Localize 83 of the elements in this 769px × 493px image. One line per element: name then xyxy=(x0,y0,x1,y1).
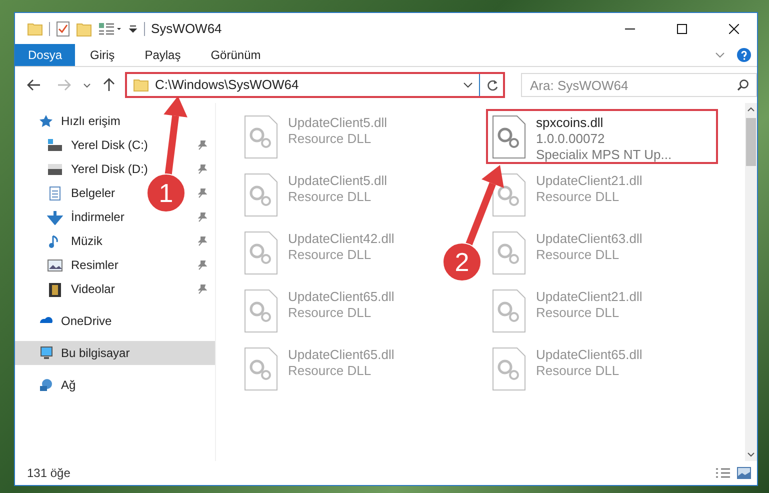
dll-file-icon xyxy=(244,173,278,217)
large-icons-view-icon[interactable] xyxy=(737,467,751,479)
file-name: spxcoins.dll xyxy=(536,115,604,131)
address-path: C:\Windows\SysWOW64 xyxy=(155,76,300,94)
help-icon[interactable] xyxy=(737,48,751,62)
file-detail: Resource DLL xyxy=(536,363,620,379)
nav-item[interactable]: Yerel Disk (D:) xyxy=(47,160,148,178)
callout-badge: 2 xyxy=(442,242,482,282)
file-name: UpdateClient65.dll xyxy=(536,347,642,363)
file-name: UpdateClient21.dll xyxy=(536,173,642,189)
file-name: UpdateClient5.dll xyxy=(288,173,388,189)
file-detail: Resource DLL xyxy=(288,363,372,379)
ribbon-tab[interactable]: Dosya xyxy=(15,44,76,66)
network-icon xyxy=(39,378,55,392)
dll-file-icon xyxy=(244,347,278,391)
file-name: UpdateClient42.dll xyxy=(288,231,394,247)
file-name: UpdateClient65.dll xyxy=(288,347,394,363)
scrollbar[interactable] xyxy=(745,103,757,461)
file-name: UpdateClient63.dll xyxy=(536,231,642,247)
picture-icon xyxy=(47,258,63,272)
address-bar[interactable]: C:\Windows\SysWOW64 xyxy=(125,72,505,98)
nav-item[interactable]: OneDrive xyxy=(15,309,215,333)
file-detail: Resource DLL xyxy=(536,305,620,321)
expand-ribbon-icon[interactable] xyxy=(715,52,725,58)
nav-item[interactable]: Resimler xyxy=(47,256,118,274)
dll-file-icon xyxy=(492,115,526,159)
file-name: UpdateClient21.dll xyxy=(536,289,642,305)
file-name: UpdateClient5.dll xyxy=(288,115,388,131)
ribbon-tab[interactable]: Görünüm xyxy=(196,44,276,66)
callout-badge: 1 xyxy=(146,174,186,212)
properties-icon[interactable] xyxy=(56,20,70,36)
refresh-icon[interactable] xyxy=(486,78,499,92)
file-detail: Resource DLL xyxy=(288,305,372,321)
film-icon xyxy=(47,282,63,296)
nav-item[interactable]: Bu bilgisayar xyxy=(15,341,215,365)
view-options-icon[interactable] xyxy=(98,22,122,36)
ribbon-tab[interactable]: Paylaş xyxy=(130,44,196,66)
nav-item[interactable]: Hızlı erişim xyxy=(15,109,215,133)
drive-icon xyxy=(47,138,63,152)
scroll-down-icon[interactable] xyxy=(747,452,755,457)
file-detail: Resource DLL xyxy=(536,247,620,263)
nav-item[interactable]: Müzik xyxy=(47,232,102,250)
document-icon xyxy=(47,186,63,200)
dll-file-icon xyxy=(492,231,526,275)
file-detail: 1.0.0.00072 xyxy=(536,131,606,147)
file-detail: Resource DLL xyxy=(288,189,372,205)
star-icon xyxy=(39,114,55,128)
scroll-up-icon[interactable] xyxy=(747,107,755,112)
file-item[interactable]: spxcoins.dll 1.0.0.00072 Specialix MPS NT Up... xyxy=(486,109,718,164)
dropdown-icon[interactable] xyxy=(128,24,138,34)
dll-file-icon xyxy=(492,289,526,333)
dll-file-icon xyxy=(244,115,278,159)
dll-file-icon xyxy=(492,173,526,217)
folder-icon xyxy=(133,78,149,92)
drive-icon xyxy=(47,162,63,176)
details-view-icon[interactable] xyxy=(715,466,731,480)
scrollbar-thumb[interactable] xyxy=(746,118,756,166)
maximize-icon xyxy=(677,24,687,34)
ribbon-tab[interactable]: Giriş xyxy=(75,44,130,66)
dll-file-icon xyxy=(492,347,526,391)
dropdown-icon[interactable] xyxy=(463,82,473,88)
search-field[interactable]: Ara: SysWOW64 xyxy=(521,73,757,97)
dll-file-icon xyxy=(244,289,278,333)
window-title: SysWOW64 xyxy=(151,20,222,38)
nav-item[interactable]: İndirmeler xyxy=(47,208,124,226)
file-detail: Resource DLL xyxy=(536,189,620,205)
file-detail: Resource DLL xyxy=(288,247,372,263)
file-detail: Resource DLL xyxy=(288,131,372,147)
nav-item[interactable]: Videolar xyxy=(47,280,115,298)
nav-item[interactable]: Belgeler xyxy=(47,184,116,202)
file-name: UpdateClient65.dll xyxy=(288,289,394,305)
recent-locations-icon[interactable] xyxy=(83,82,91,88)
search-icon xyxy=(737,79,749,91)
close-icon xyxy=(729,24,739,34)
file-detail: Specialix MPS NT Up... xyxy=(536,147,672,163)
nav-item[interactable]: Yerel Disk (C:) xyxy=(47,136,148,154)
computer-icon xyxy=(39,346,55,360)
nav-item[interactable]: Ağ xyxy=(15,373,215,397)
back-arrow-icon[interactable] xyxy=(27,79,41,91)
item-count: 131 öğe xyxy=(27,465,70,482)
dll-file-icon xyxy=(244,231,278,275)
download-arrow-icon xyxy=(47,210,63,224)
up-arrow-icon[interactable] xyxy=(103,78,115,92)
